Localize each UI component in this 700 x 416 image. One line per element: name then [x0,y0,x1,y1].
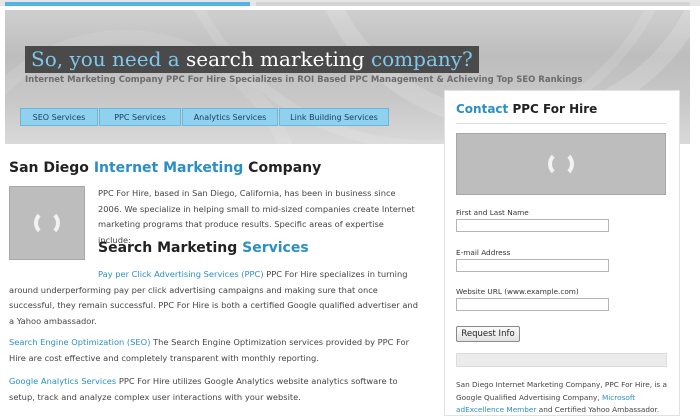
url-label: Website URL (www.example.com) [456,287,579,296]
google-analytics-link[interactable]: Google Analytics Services [9,376,116,386]
nav-seo-services[interactable]: SEO Services [20,108,98,126]
seo-paragraph: Search Engine Optimization (SEO) The Sea… [9,335,424,366]
sidebar-footer-part2: and Certified Yahoo Ambassador. [536,405,660,414]
nav-link-building-services[interactable]: Link Building Services [279,108,389,126]
contact-title-highlight: Contact [456,102,509,116]
main-content: San Diego Internet Marketing Company [9,160,429,176]
website-url-field[interactable] [456,298,609,311]
contact-title-rest: PPC For Hire [508,102,598,116]
sidebar-image-placeholder [456,133,666,195]
sidebar-bar [456,353,667,367]
sidebar-footer-part1: San Diego Internet Marketing Company, PP… [456,380,667,402]
analytics-paragraph: Google Analytics Services PPC For Hire u… [9,374,424,405]
contact-sidebar: Contact PPC For Hire First and Last Name… [444,90,680,416]
name-label: First and Last Name [456,208,529,217]
site-title-part2: search marketing [186,47,371,71]
nav-analytics-services[interactable]: Analytics Services [182,108,278,126]
loading-spinner-icon [548,151,574,177]
services-heading: Search Marketing Services [98,240,309,256]
seo-services-link[interactable]: Search Engine Optimization (SEO) [9,337,150,347]
main-nav: SEO Services PPC Services Analytics Serv… [20,108,390,126]
site-title-part1: So, you need a [31,47,187,71]
top-accent-blue [5,2,250,6]
top-accent-gray [256,2,690,6]
contact-title: Contact PPC For Hire [456,102,597,116]
page-heading-part1: San Diego [9,160,94,176]
site-title-part3: company? [370,47,473,71]
divider [456,123,666,124]
content-image-placeholder [9,186,85,260]
top-accent-bar [0,0,700,6]
page-heading-part3: Company [243,160,322,176]
services-heading-highlight: Services [242,240,309,256]
site-title[interactable]: So, you need a search marketing company? [25,46,479,73]
nav-ppc-services[interactable]: PPC Services [99,108,181,126]
page-heading: San Diego Internet Marketing Company [9,160,429,176]
name-field[interactable] [456,219,609,232]
site-tagline: Internet Marketing Company PPC For Hire … [25,75,583,85]
sidebar-footer-text: San Diego Internet Marketing Company, PP… [456,379,671,416]
loading-spinner-icon [34,210,60,236]
email-label: E-mail Address [456,248,511,257]
page-heading-highlight: Internet Marketing [93,160,244,176]
email-field[interactable] [456,259,609,272]
request-info-button[interactable]: Request Info [456,326,520,342]
ppc-paragraph: Pay per Click Advertising Services (PPC)… [9,267,424,329]
services-heading-part1: Search Marketing [98,240,243,256]
ppc-services-link[interactable]: Pay per Click Advertising Services (PPC) [98,269,264,279]
